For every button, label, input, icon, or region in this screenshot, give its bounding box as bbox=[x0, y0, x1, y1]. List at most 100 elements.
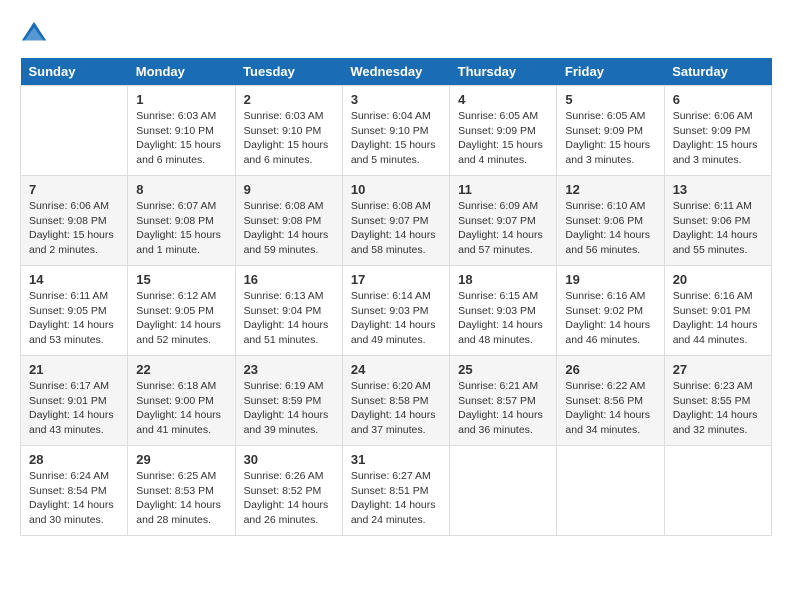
day-number: 5 bbox=[565, 92, 655, 107]
day-number: 23 bbox=[244, 362, 334, 377]
day-info: Sunrise: 6:05 AM Sunset: 9:09 PM Dayligh… bbox=[458, 109, 548, 168]
logo-icon bbox=[20, 20, 48, 48]
day-info: Sunrise: 6:20 AM Sunset: 8:58 PM Dayligh… bbox=[351, 379, 441, 438]
day-number: 18 bbox=[458, 272, 548, 287]
day-number: 6 bbox=[673, 92, 763, 107]
day-info: Sunrise: 6:19 AM Sunset: 8:59 PM Dayligh… bbox=[244, 379, 334, 438]
calendar-table: SundayMondayTuesdayWednesdayThursdayFrid… bbox=[20, 58, 772, 536]
day-number: 10 bbox=[351, 182, 441, 197]
day-number: 27 bbox=[673, 362, 763, 377]
day-info: Sunrise: 6:18 AM Sunset: 9:00 PM Dayligh… bbox=[136, 379, 226, 438]
day-info: Sunrise: 6:09 AM Sunset: 9:07 PM Dayligh… bbox=[458, 199, 548, 258]
calendar-cell: 29 Sunrise: 6:25 AM Sunset: 8:53 PM Dayli… bbox=[128, 446, 235, 536]
day-info: Sunrise: 6:26 AM Sunset: 8:52 PM Dayligh… bbox=[244, 469, 334, 528]
day-number: 1 bbox=[136, 92, 226, 107]
calendar-cell: 6 Sunrise: 6:06 AM Sunset: 9:09 PM Daylig… bbox=[664, 86, 771, 176]
day-number: 29 bbox=[136, 452, 226, 467]
calendar-cell: 21 Sunrise: 6:17 AM Sunset: 9:01 PM Dayli… bbox=[21, 356, 128, 446]
calendar-cell: 3 Sunrise: 6:04 AM Sunset: 9:10 PM Daylig… bbox=[342, 86, 449, 176]
calendar-cell: 31Sunrise: 6:27 AM Sunset: 8:51 PM Dayli… bbox=[342, 446, 449, 536]
day-info: Sunrise: 6:08 AM Sunset: 9:08 PM Dayligh… bbox=[244, 199, 334, 258]
day-number: 8 bbox=[136, 182, 226, 197]
day-number: 26 bbox=[565, 362, 655, 377]
day-info: Sunrise: 6:07 AM Sunset: 9:08 PM Dayligh… bbox=[136, 199, 226, 258]
day-info: Sunrise: 6:15 AM Sunset: 9:03 PM Dayligh… bbox=[458, 289, 548, 348]
calendar-week-row: 7 Sunrise: 6:06 AM Sunset: 9:08 PM Daylig… bbox=[21, 176, 772, 266]
calendar-cell: 2Sunrise: 6:03 AM Sunset: 9:10 PM Daylig… bbox=[235, 86, 342, 176]
weekday-header-monday: Monday bbox=[128, 58, 235, 86]
day-number: 25 bbox=[458, 362, 548, 377]
calendar-cell bbox=[664, 446, 771, 536]
day-number: 31 bbox=[351, 452, 441, 467]
day-number: 13 bbox=[673, 182, 763, 197]
weekday-header-thursday: Thursday bbox=[450, 58, 557, 86]
calendar-cell: 16Sunrise: 6:13 AM Sunset: 9:04 PM Dayli… bbox=[235, 266, 342, 356]
day-number: 15 bbox=[136, 272, 226, 287]
day-number: 12 bbox=[565, 182, 655, 197]
weekday-header-row: SundayMondayTuesdayWednesdayThursdayFrid… bbox=[21, 58, 772, 86]
calendar-week-row: 1 Sunrise: 6:03 AM Sunset: 9:10 PM Daylig… bbox=[21, 86, 772, 176]
calendar-cell: 8 Sunrise: 6:07 AM Sunset: 9:08 PM Daylig… bbox=[128, 176, 235, 266]
day-number: 14 bbox=[29, 272, 119, 287]
calendar-cell: 10 Sunrise: 6:08 AM Sunset: 9:07 PM Dayli… bbox=[342, 176, 449, 266]
day-info: Sunrise: 6:06 AM Sunset: 9:08 PM Dayligh… bbox=[29, 199, 119, 258]
calendar-week-row: 28Sunrise: 6:24 AM Sunset: 8:54 PM Dayli… bbox=[21, 446, 772, 536]
calendar-cell: 22 Sunrise: 6:18 AM Sunset: 9:00 PM Dayli… bbox=[128, 356, 235, 446]
weekday-header-friday: Friday bbox=[557, 58, 664, 86]
calendar-cell: 23 Sunrise: 6:19 AM Sunset: 8:59 PM Dayli… bbox=[235, 356, 342, 446]
day-number: 21 bbox=[29, 362, 119, 377]
calendar-cell: 26 Sunrise: 6:22 AM Sunset: 8:56 PM Dayli… bbox=[557, 356, 664, 446]
day-number: 11 bbox=[458, 182, 548, 197]
calendar-cell: 30Sunrise: 6:26 AM Sunset: 8:52 PM Dayli… bbox=[235, 446, 342, 536]
calendar-cell: 9Sunrise: 6:08 AM Sunset: 9:08 PM Daylig… bbox=[235, 176, 342, 266]
day-number: 17 bbox=[351, 272, 441, 287]
calendar-cell: 5 Sunrise: 6:05 AM Sunset: 9:09 PM Daylig… bbox=[557, 86, 664, 176]
day-info: Sunrise: 6:04 AM Sunset: 9:10 PM Dayligh… bbox=[351, 109, 441, 168]
day-info: Sunrise: 6:22 AM Sunset: 8:56 PM Dayligh… bbox=[565, 379, 655, 438]
day-info: Sunrise: 6:21 AM Sunset: 8:57 PM Dayligh… bbox=[458, 379, 548, 438]
day-number: 19 bbox=[565, 272, 655, 287]
day-number: 20 bbox=[673, 272, 763, 287]
day-info: Sunrise: 6:23 AM Sunset: 8:55 PM Dayligh… bbox=[673, 379, 763, 438]
day-number: 22 bbox=[136, 362, 226, 377]
day-number: 28 bbox=[29, 452, 119, 467]
day-info: Sunrise: 6:03 AM Sunset: 9:10 PM Dayligh… bbox=[136, 109, 226, 168]
calendar-cell: 15 Sunrise: 6:12 AM Sunset: 9:05 PM Dayli… bbox=[128, 266, 235, 356]
weekday-header-wednesday: Wednesday bbox=[342, 58, 449, 86]
day-number: 7 bbox=[29, 182, 119, 197]
page-header bbox=[20, 20, 772, 48]
day-number: 3 bbox=[351, 92, 441, 107]
calendar-cell: 7 Sunrise: 6:06 AM Sunset: 9:08 PM Daylig… bbox=[21, 176, 128, 266]
calendar-cell: 18 Sunrise: 6:15 AM Sunset: 9:03 PM Dayli… bbox=[450, 266, 557, 356]
calendar-cell: 4 Sunrise: 6:05 AM Sunset: 9:09 PM Daylig… bbox=[450, 86, 557, 176]
calendar-cell: 19Sunrise: 6:16 AM Sunset: 9:02 PM Dayli… bbox=[557, 266, 664, 356]
calendar-cell bbox=[557, 446, 664, 536]
calendar-cell bbox=[21, 86, 128, 176]
day-info: Sunrise: 6:03 AM Sunset: 9:10 PM Dayligh… bbox=[244, 109, 334, 168]
logo bbox=[20, 20, 52, 48]
day-info: Sunrise: 6:11 AM Sunset: 9:06 PM Dayligh… bbox=[673, 199, 763, 258]
day-info: Sunrise: 6:06 AM Sunset: 9:09 PM Dayligh… bbox=[673, 109, 763, 168]
calendar-week-row: 21 Sunrise: 6:17 AM Sunset: 9:01 PM Dayli… bbox=[21, 356, 772, 446]
weekday-header-tuesday: Tuesday bbox=[235, 58, 342, 86]
day-info: Sunrise: 6:11 AM Sunset: 9:05 PM Dayligh… bbox=[29, 289, 119, 348]
calendar-cell: 13 Sunrise: 6:11 AM Sunset: 9:06 PM Dayli… bbox=[664, 176, 771, 266]
weekday-header-sunday: Sunday bbox=[21, 58, 128, 86]
weekday-header-saturday: Saturday bbox=[664, 58, 771, 86]
day-info: Sunrise: 6:25 AM Sunset: 8:53 PM Dayligh… bbox=[136, 469, 226, 528]
calendar-cell: 24 Sunrise: 6:20 AM Sunset: 8:58 PM Dayli… bbox=[342, 356, 449, 446]
day-info: Sunrise: 6:08 AM Sunset: 9:07 PM Dayligh… bbox=[351, 199, 441, 258]
day-number: 4 bbox=[458, 92, 548, 107]
day-info: Sunrise: 6:12 AM Sunset: 9:05 PM Dayligh… bbox=[136, 289, 226, 348]
day-number: 24 bbox=[351, 362, 441, 377]
calendar-cell: 11 Sunrise: 6:09 AM Sunset: 9:07 PM Dayli… bbox=[450, 176, 557, 266]
calendar-cell: 20Sunrise: 6:16 AM Sunset: 9:01 PM Dayli… bbox=[664, 266, 771, 356]
day-info: Sunrise: 6:17 AM Sunset: 9:01 PM Dayligh… bbox=[29, 379, 119, 438]
calendar-cell: 1 Sunrise: 6:03 AM Sunset: 9:10 PM Daylig… bbox=[128, 86, 235, 176]
calendar-cell: 27 Sunrise: 6:23 AM Sunset: 8:55 PM Dayli… bbox=[664, 356, 771, 446]
day-info: Sunrise: 6:14 AM Sunset: 9:03 PM Dayligh… bbox=[351, 289, 441, 348]
day-info: Sunrise: 6:05 AM Sunset: 9:09 PM Dayligh… bbox=[565, 109, 655, 168]
calendar-week-row: 14 Sunrise: 6:11 AM Sunset: 9:05 PM Dayli… bbox=[21, 266, 772, 356]
calendar-cell bbox=[450, 446, 557, 536]
calendar-cell: 17 Sunrise: 6:14 AM Sunset: 9:03 PM Dayli… bbox=[342, 266, 449, 356]
